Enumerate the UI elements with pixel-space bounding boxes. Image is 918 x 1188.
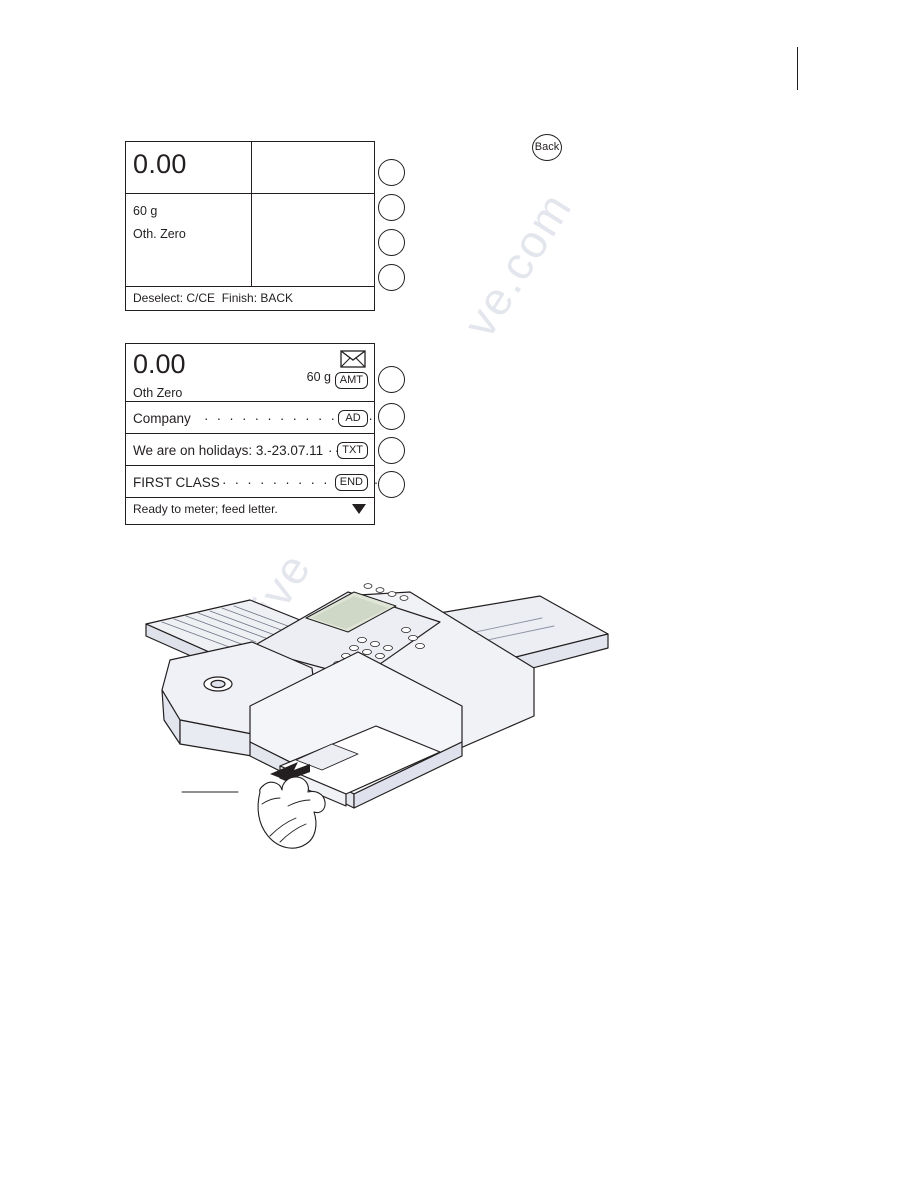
display2-softkey-1[interactable] bbox=[378, 366, 405, 393]
display1-status-text: Deselect: C/CE Finish: BACK bbox=[133, 291, 294, 305]
display1-status-bar: Deselect: C/CE Finish: BACK bbox=[126, 286, 374, 310]
display1-divider bbox=[251, 142, 253, 286]
display1-softkey-2[interactable] bbox=[378, 194, 405, 221]
display-panel-1: 0.00 60 g Oth. Zero Deselect: C/CE Finis… bbox=[125, 141, 375, 311]
watermark-text: ve.com bbox=[452, 182, 582, 347]
display1-softkey-3[interactable] bbox=[378, 229, 405, 256]
display2-rule-3 bbox=[126, 465, 374, 467]
display1-zero-mode: Oth. Zero bbox=[133, 227, 186, 241]
back-key[interactable]: Back bbox=[532, 134, 562, 161]
envelope-icon bbox=[340, 350, 366, 368]
display2-zero-mode: Oth Zero bbox=[133, 386, 183, 400]
display2-row-label-company: Company bbox=[133, 411, 191, 426]
display1-softkey-1[interactable] bbox=[378, 159, 405, 186]
document-page: ve.com shive 0.00 60 g Oth. Zero Deselec… bbox=[0, 0, 918, 1188]
display2-amount: 0.00 bbox=[133, 349, 186, 379]
display2-softkey-2[interactable] bbox=[378, 403, 405, 430]
display2-tag-amt[interactable]: AMT bbox=[334, 372, 368, 389]
display1-softkey-4[interactable] bbox=[378, 264, 405, 291]
display-panel-2: 0.00 60 g Oth Zero AMT Company · · · · ·… bbox=[125, 343, 394, 525]
display2-weight: 60 g bbox=[306, 370, 331, 384]
display1-amount: 0.00 bbox=[133, 149, 187, 179]
display2-rule-4 bbox=[126, 497, 374, 499]
display2-tag-ad[interactable]: AD bbox=[338, 410, 368, 427]
display2-status-text: Ready to meter; feed letter. bbox=[133, 502, 278, 516]
page-edge-rule bbox=[797, 47, 798, 90]
display2-row-label-text: We are on holidays: 3.-23.07.11 bbox=[133, 443, 324, 458]
display2-tag-txt[interactable]: TXT bbox=[337, 442, 368, 459]
triangle-down-icon[interactable] bbox=[352, 504, 366, 514]
franking-machine-illustration bbox=[145, 583, 609, 849]
display1-weight: 60 g bbox=[133, 204, 158, 218]
display2-softkey-3[interactable] bbox=[378, 437, 405, 464]
display2-row-label-product: FIRST CLASS bbox=[133, 475, 220, 490]
display2-rule-2 bbox=[126, 433, 374, 435]
display2-softkey-4[interactable] bbox=[378, 471, 405, 498]
display2-rule-1 bbox=[126, 401, 374, 403]
display2-tag-end[interactable]: END bbox=[334, 474, 368, 491]
